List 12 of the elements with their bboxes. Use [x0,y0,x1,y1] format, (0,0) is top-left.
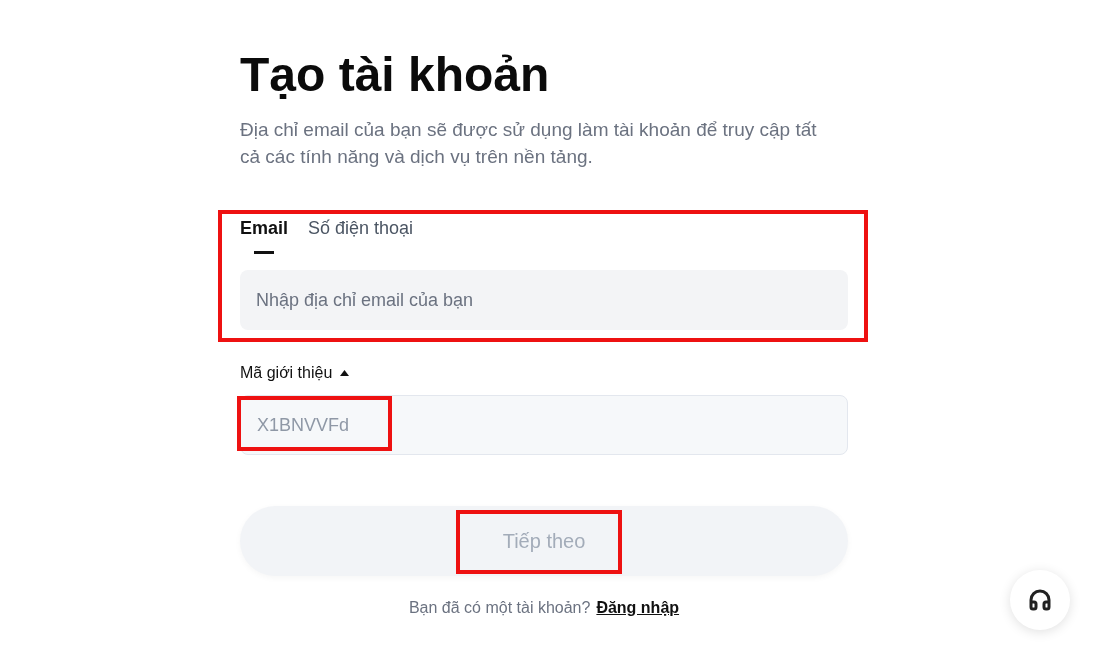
page-title: Tạo tài khoản [240,47,550,103]
tab[interactable]: Email [240,216,289,254]
active-tab-indicator [254,251,274,254]
referral-code-label: Mã giới thiệu [240,363,333,383]
headphones-icon [1028,588,1052,612]
login-link[interactable]: Đăng nhập [596,596,680,620]
caret-icon[interactable] [340,370,350,376]
tab[interactable]: Số điện thoại [308,216,414,254]
support-button[interactable] [1010,570,1070,630]
login-prompt: Bạn đã có một tài khoản? [408,598,591,618]
page-description: Địa chỉ email của bạn sẽ được sử dụng làm tài khoản để truy cập tất cả các tính năng và dịch vụ trên nền tảng. [240,118,818,169]
email-input-field[interactable]: Nhập địa chỉ email của bạn [240,270,848,330]
